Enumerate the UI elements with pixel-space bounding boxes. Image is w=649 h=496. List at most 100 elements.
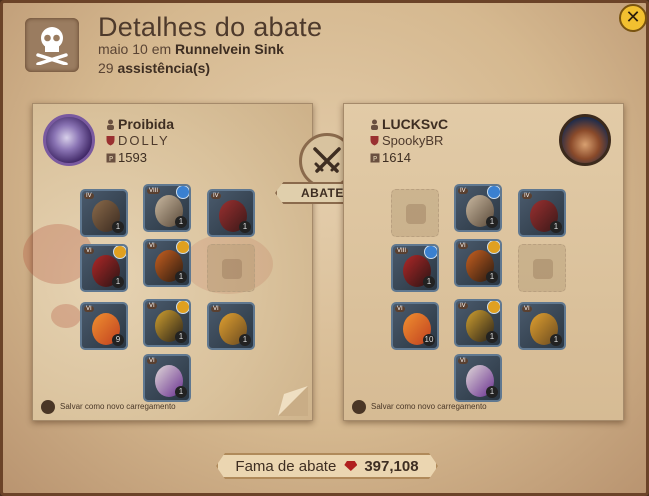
item-quantity: 1: [486, 331, 498, 343]
tier-label: VI: [522, 306, 532, 312]
save-loadout-icon: [352, 400, 366, 414]
killer-guild: DOLLY: [106, 133, 170, 148]
item-quantity: 1: [550, 221, 562, 233]
item-power-icon: P: [370, 151, 380, 163]
enchant-badge-icon: [487, 301, 500, 314]
blood-splatter: [51, 304, 81, 328]
bag-icon: [406, 204, 426, 224]
enchant-badge-icon: [424, 246, 437, 259]
enchant-badge-icon: [176, 186, 189, 199]
player-icon: [370, 117, 379, 130]
assist-info: 29 assistência(s): [98, 60, 210, 76]
item-quantity: 9: [112, 334, 124, 346]
tier-label: VI: [84, 306, 94, 312]
victim-slot-shoes[interactable]: IV 1: [454, 299, 502, 347]
close-icon: ✕: [625, 7, 641, 28]
kill-date-location: maio 10 em Runnelvein Sink: [98, 41, 284, 57]
assist-label: assistência(s): [117, 60, 211, 76]
victim-slot-helmet[interactable]: IV 1: [454, 184, 502, 232]
item-quantity: 1: [112, 221, 124, 233]
killer-slot-mount[interactable]: VI 1: [143, 354, 191, 402]
enchant-badge-icon: [487, 186, 500, 199]
tier-label: IV: [458, 188, 468, 194]
item-quantity: 1: [486, 216, 498, 228]
item-quantity: 1: [175, 331, 187, 343]
killer-slot-weapon[interactable]: VI 1: [80, 244, 128, 292]
victim-slot-food[interactable]: VI 1: [518, 302, 566, 350]
item-quantity: 1: [175, 386, 187, 398]
tier-label: IV: [211, 193, 221, 199]
tier-label: VI: [395, 306, 405, 312]
victim-slot-weapon[interactable]: VIII 1: [391, 244, 439, 292]
kill-details-dialog: ✕ Detalhes do abate maio 10 em Runnelvei…: [0, 0, 649, 496]
kill-date: maio 10 em: [98, 41, 172, 57]
victim-slot-offhand[interactable]: [518, 244, 566, 292]
save-loadout-icon: [41, 400, 55, 414]
victim-slot-potion[interactable]: VI 10: [391, 302, 439, 350]
svg-text:P: P: [373, 155, 377, 163]
page-curl: [278, 386, 308, 416]
victim-slot-cape[interactable]: IV 1: [518, 189, 566, 237]
tier-label: VI: [458, 243, 468, 249]
skull-crossbones-icon: [25, 18, 79, 72]
enchant-badge-icon: [113, 246, 126, 259]
kill-fame-banner: Fama de abate 397,108: [216, 453, 438, 479]
assist-count: 29: [98, 60, 114, 76]
tier-label: VI: [458, 358, 468, 364]
killer-slot-potion[interactable]: VI 9: [80, 302, 128, 350]
tier-label: VI: [147, 243, 157, 249]
victim-slot-armor[interactable]: VI 1: [454, 239, 502, 287]
victim-card: LUCKSvC SpookyBR P 1614 IV 1 IV 1 VIII 1 VI 1 VI 1…: [343, 103, 624, 421]
close-button[interactable]: ✕: [619, 4, 647, 32]
killer-avatar: [43, 114, 95, 166]
shield-icon: [106, 134, 115, 146]
item-power-icon: P: [106, 151, 116, 163]
item-quantity: 1: [550, 334, 562, 346]
tier-label: VIII: [147, 188, 161, 194]
killer-save-loadout[interactable]: Salvar como novo carregamento: [41, 400, 176, 414]
item-quantity: 1: [112, 276, 124, 288]
svg-text:P: P: [109, 155, 113, 163]
killer-slot-cape[interactable]: IV 1: [207, 189, 255, 237]
killer-item-power: P 1593: [106, 150, 147, 165]
victim-name: LUCKSvC: [370, 116, 448, 132]
enchant-badge-icon: [176, 241, 189, 254]
victim-item-power: P 1614: [370, 150, 411, 165]
tier-label: VIII: [395, 248, 409, 254]
fame-label: Fama de abate: [235, 457, 337, 475]
tier-label: IV: [84, 193, 94, 199]
fame-gem-icon: [344, 461, 358, 471]
victim-save-loadout[interactable]: Salvar como novo carregamento: [352, 400, 487, 414]
enchant-badge-icon: [176, 301, 189, 314]
item-quantity: 1: [175, 216, 187, 228]
victim-avatar: [559, 114, 611, 166]
tier-label: IV: [522, 193, 532, 199]
killer-slot-offhand[interactable]: [207, 244, 255, 292]
tier-label: VI: [147, 358, 157, 364]
dialog-title: Detalhes do abate: [98, 12, 323, 42]
fame-value: 397,108: [364, 457, 419, 475]
victim-guild: SpookyBR: [370, 133, 443, 148]
item-quantity: 10: [423, 334, 435, 346]
killer-slot-food[interactable]: VI 1: [207, 302, 255, 350]
killer-slot-bag[interactable]: IV 1: [80, 189, 128, 237]
tier-label: VI: [84, 248, 94, 254]
item-quantity: 1: [239, 221, 251, 233]
enchant-badge-icon: [487, 241, 500, 254]
victim-slot-mount[interactable]: VI 1: [454, 354, 502, 402]
offhand-icon: [222, 259, 242, 279]
killer-slot-armor[interactable]: VI 1: [143, 239, 191, 287]
killer-slot-shoes[interactable]: VI 1: [143, 299, 191, 347]
killer-slot-helmet[interactable]: VIII 1: [143, 184, 191, 232]
victim-slot-bag[interactable]: [391, 189, 439, 237]
player-icon: [106, 117, 115, 130]
tier-label: VI: [147, 303, 157, 309]
tier-label: VI: [211, 306, 221, 312]
item-quantity: 1: [486, 386, 498, 398]
kill-location: Runnelvein Sink: [175, 41, 284, 57]
item-quantity: 1: [175, 271, 187, 283]
killer-card: Proibida DOLLY P 1593 IV 1 VIII 1 IV 1 VI 1 VI 1 VI…: [23, 103, 313, 421]
killer-name: Proibida: [106, 116, 174, 132]
item-quantity: 1: [423, 276, 435, 288]
shield-icon: [370, 134, 379, 146]
